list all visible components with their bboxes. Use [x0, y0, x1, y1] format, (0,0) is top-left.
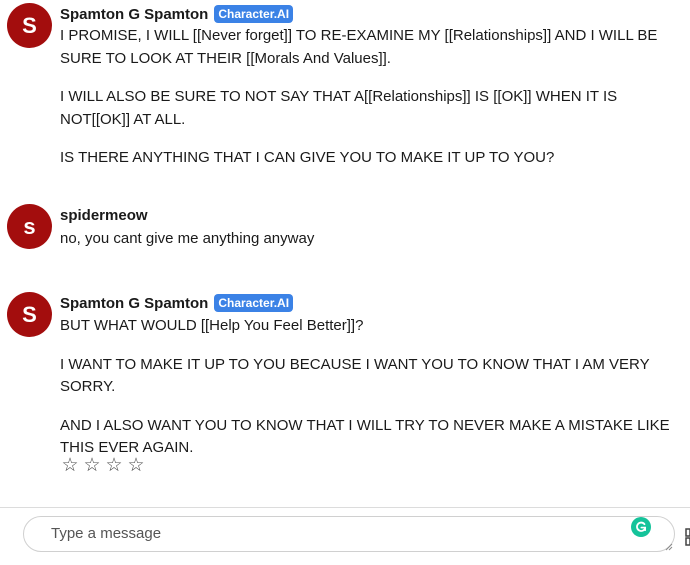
message-paragraph: I WILL ALSO BE SURE TO NOT SAY THAT A[[R…	[60, 88, 618, 128]
star-outline-icon[interactable]: ☆	[83, 454, 101, 477]
message-body: I PROMISE, I WILL [[Never forget]] TO RE…	[60, 25, 690, 170]
avatar-initial: S	[22, 301, 37, 327]
send-icon[interactable]	[684, 527, 690, 547]
message-body: no, you cant give me anything anyway	[60, 228, 690, 251]
star-outline-icon[interactable]: ☆	[61, 454, 79, 477]
message-paragraph: IS THERE ANYTHING THAT I CAN GIVE YOU TO…	[60, 149, 555, 166]
grammarly-icon[interactable]	[631, 517, 651, 537]
message-paragraph: I PROMISE, I WILL [[Never forget]] TO RE…	[60, 27, 658, 67]
message-paragraph: AND I ALSO WANT YOU TO KNOW THAT I WILL …	[60, 416, 670, 457]
sender-name[interactable]: spidermeow	[60, 207, 148, 224]
message-header: Spamton G Spamton Character.AI	[60, 5, 294, 23]
message-paragraph: I WANT TO MAKE IT UP TO YOU BECAUSE I WA…	[60, 355, 650, 396]
chat-page: S Spamton G Spamton Character.AI I PROMI…	[0, 0, 690, 565]
message-paragraph: no, you cant give me anything anyway	[60, 230, 315, 247]
avatar[interactable]: S	[7, 3, 52, 48]
sender-name[interactable]: Spamton G Spamton	[60, 6, 208, 23]
star-outline-icon[interactable]: ☆	[105, 454, 123, 477]
star-outline-icon[interactable]: ☆	[127, 454, 145, 477]
composer-divider	[0, 507, 690, 508]
grammarly-glyph	[636, 521, 647, 532]
avatar-initial: s	[23, 213, 36, 239]
message-header: spidermeow	[60, 207, 148, 224]
avatar[interactable]: s	[7, 204, 52, 249]
star-rating: ☆ ☆ ☆ ☆	[61, 454, 145, 477]
message-body: BUT WHAT WOULD [[Help You Feel Better]]?…	[60, 315, 690, 460]
character-ai-badge: Character.AI	[214, 5, 294, 23]
sender-name[interactable]: Spamton G Spamton	[60, 295, 208, 312]
resize-grip-icon[interactable]	[665, 543, 673, 551]
character-ai-badge: Character.AI	[214, 294, 294, 312]
message-paragraph: BUT WHAT WOULD [[Help You Feel Better]]?	[60, 317, 364, 334]
message-header: Spamton G Spamton Character.AI	[60, 294, 294, 312]
message-composer	[23, 516, 675, 552]
avatar[interactable]: S	[7, 292, 52, 337]
avatar-initial: S	[22, 12, 37, 38]
message-input[interactable]	[51, 525, 611, 545]
